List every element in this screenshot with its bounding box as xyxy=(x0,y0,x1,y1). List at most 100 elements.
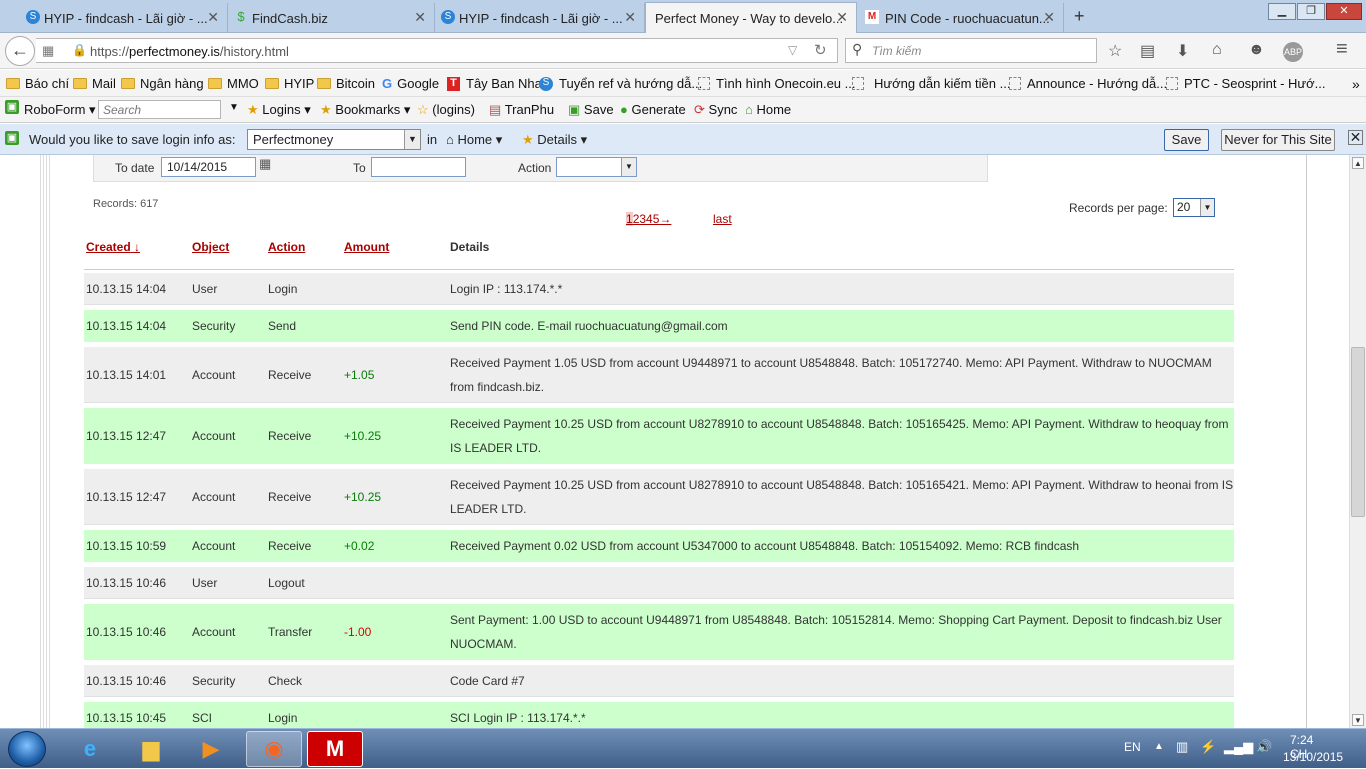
clock-date[interactable]: 13/10/2015 xyxy=(1283,750,1343,764)
cell-created: 10.13.15 10:46 xyxy=(86,625,167,639)
column-action[interactable]: Action xyxy=(268,240,305,254)
tab-1[interactable]: S HYIP - findcash - Lãi giờ - ... ✕ xyxy=(20,3,228,33)
scroll-down-arrow-icon[interactable]: ▼ xyxy=(1352,714,1364,726)
vertical-scrollbar[interactable]: ▲ ▼ xyxy=(1349,155,1366,728)
star-icon[interactable]: ☆ xyxy=(1108,41,1122,61)
home-icon[interactable]: ⌂ xyxy=(1212,41,1222,59)
signal-icon[interactable]: ▂▄▆ xyxy=(1224,739,1253,755)
network-icon[interactable]: ▥ xyxy=(1176,739,1188,755)
minimize-button[interactable]: ▁ xyxy=(1268,3,1296,20)
reading-list-icon[interactable]: ▤ xyxy=(1140,41,1155,61)
chevron-down-icon[interactable]: ▼ xyxy=(229,102,239,113)
tab-5[interactable]: M PIN Code - ruochuacuatun... ✕ xyxy=(857,3,1064,33)
bookmarks-menu[interactable]: ★ Bookmarks ▾ xyxy=(320,102,410,118)
last-page-link[interactable]: last xyxy=(713,212,732,226)
close-icon[interactable]: ✕ xyxy=(414,9,426,26)
save-button[interactable]: Save xyxy=(1164,129,1209,151)
url-text: https://perfectmoney.is/history.html xyxy=(90,44,289,59)
chevron-down-icon[interactable]: ▼ xyxy=(404,130,420,149)
bookmark-folder[interactable]: Bitcoin xyxy=(317,76,375,91)
bookmark-item[interactable]: Announce - Hướng dẫ... xyxy=(1009,76,1167,91)
dropdown-arrow-icon[interactable]: ▽ xyxy=(788,43,797,57)
identity-tranphu[interactable]: ▤ TranPhu xyxy=(489,102,554,118)
page-links[interactable]: 2345 xyxy=(633,212,660,226)
generate-button[interactable]: ● Generate xyxy=(620,102,686,117)
chevron-down-icon[interactable]: ▼ xyxy=(621,158,636,176)
bookmark-folder[interactable]: MMO xyxy=(208,76,259,91)
close-icon[interactable]: ✕ xyxy=(1043,9,1055,26)
back-button[interactable]: ← xyxy=(5,36,35,66)
internet-explorer-icon[interactable]: e xyxy=(62,731,118,767)
scrollbar-thumb[interactable] xyxy=(1351,347,1365,517)
calendar-icon[interactable]: ▦ xyxy=(259,156,271,172)
to-input[interactable] xyxy=(371,157,466,177)
file-explorer-icon[interactable]: ▆ xyxy=(123,731,179,767)
roboform-search-input[interactable]: Search xyxy=(98,100,221,119)
volume-icon[interactable]: 🔊 xyxy=(1256,739,1272,755)
tab-2[interactable]: $ FindCash.biz ✕ xyxy=(228,3,435,33)
bookmark-folder[interactable]: Mail xyxy=(73,76,116,91)
menu-icon[interactable]: ≡ xyxy=(1336,38,1348,61)
logins-button[interactable]: ☆ (logins) xyxy=(417,102,475,118)
language-indicator[interactable]: EN xyxy=(1124,740,1141,754)
action-select[interactable]: ▼ xyxy=(556,157,637,177)
bookmark-item[interactable]: Hướng dẫn kiếm tiền ... xyxy=(852,76,1010,91)
url-bar[interactable]: ▦ 🔒 https://perfectmoney.is/history.html… xyxy=(36,38,838,63)
page-info-icon[interactable]: ▦ xyxy=(42,43,54,59)
to-date-input[interactable]: 10/14/2015 xyxy=(161,157,256,177)
column-created[interactable]: Created ↓ xyxy=(86,240,140,254)
column-amount[interactable]: Amount xyxy=(344,240,389,254)
chat-icon[interactable]: ☻ xyxy=(1248,41,1265,59)
close-icon[interactable]: ✕ xyxy=(1348,130,1363,145)
records-per-page-select[interactable]: 20 ▼ xyxy=(1173,198,1215,217)
window-close-button[interactable]: ✕ xyxy=(1326,3,1362,20)
scroll-up-arrow-icon[interactable]: ▲ xyxy=(1352,157,1364,169)
reload-icon[interactable]: ↻ xyxy=(814,41,827,59)
maximize-button[interactable]: ❐ xyxy=(1297,3,1325,20)
tab-label: PIN Code - ruochuacuatun... xyxy=(885,10,1050,26)
chevron-up-icon[interactable]: ▲ xyxy=(1154,741,1164,752)
chevron-down-icon[interactable]: ▼ xyxy=(1200,199,1214,216)
page-current[interactable]: 1 xyxy=(626,212,633,226)
media-player-icon[interactable]: ▶ xyxy=(183,731,239,767)
adblock-icon[interactable]: ABP xyxy=(1283,42,1303,62)
roboform-menu[interactable]: RoboForm ▾ xyxy=(24,102,96,118)
tab-4-active[interactable]: Perfect Money - Way to develo... ✕ xyxy=(645,2,857,33)
bookmark-item[interactable]: Tình hình Onecoin.eu ... xyxy=(698,76,855,91)
bookmark-item[interactable]: G Google xyxy=(382,76,439,91)
next-arrow[interactable]: → xyxy=(659,212,671,226)
firefox-icon[interactable]: ◉ xyxy=(246,731,302,767)
bookmark-item[interactable]: PTC - Seosprint - Hướ... xyxy=(1166,76,1325,91)
sync-button[interactable]: ⟳ Sync xyxy=(694,102,737,118)
logins-menu[interactable]: ★ Logins ▾ xyxy=(247,102,311,118)
start-button[interactable] xyxy=(8,731,46,767)
table-row: 10.13.15 10:46 Account Transfer -1.00 Sent P… xyxy=(84,604,1234,660)
close-icon[interactable]: ✕ xyxy=(624,9,636,26)
close-icon[interactable]: ✕ xyxy=(836,9,848,26)
roboform-home-button[interactable]: ⌂ Home xyxy=(745,102,791,117)
bookmark-item[interactable]: S Tuyển ref và hướng dẫ... xyxy=(539,76,702,91)
power-icon[interactable]: ⚡ xyxy=(1200,739,1216,755)
column-object[interactable]: Object xyxy=(192,240,229,254)
never-for-this-site-button[interactable]: Never for This Site xyxy=(1221,129,1335,151)
tab-3[interactable]: S HYIP - findcash - Lãi giờ - ... ✕ xyxy=(435,3,645,33)
folder-select[interactable]: ⌂ Home ▾ xyxy=(446,132,502,148)
cell-created: 10.13.15 10:46 xyxy=(86,674,167,688)
bookmark-item[interactable]: T Tây Ban Nha xyxy=(447,76,542,91)
bookmark-folder[interactable]: Báo chí xyxy=(6,76,69,91)
roboform-save-button[interactable]: ▣ Save xyxy=(568,102,614,118)
close-icon[interactable]: ✕ xyxy=(207,9,219,26)
download-icon[interactable]: ⬇ xyxy=(1176,41,1189,61)
mcafee-icon[interactable]: M xyxy=(307,731,363,767)
details-menu[interactable]: ★ Details ▾ xyxy=(522,132,587,148)
chevron-right-icon[interactable]: » xyxy=(1352,76,1360,92)
login-name-select[interactable]: Perfectmoney ▼ xyxy=(247,129,421,150)
bookmark-folder[interactable]: HYIP xyxy=(265,76,314,91)
t-icon: T xyxy=(447,76,460,91)
page-content: To date 10/14/2015 ▦ To Action ▼ Records… xyxy=(0,155,1349,728)
folder-icon xyxy=(121,78,135,89)
bookmark-folder[interactable]: Ngân hàng xyxy=(121,76,204,91)
search-input[interactable]: ⚲ Tìm kiếm xyxy=(845,38,1097,63)
new-tab-button[interactable]: + xyxy=(1074,6,1085,27)
pagination: 12345→ xyxy=(626,212,671,226)
